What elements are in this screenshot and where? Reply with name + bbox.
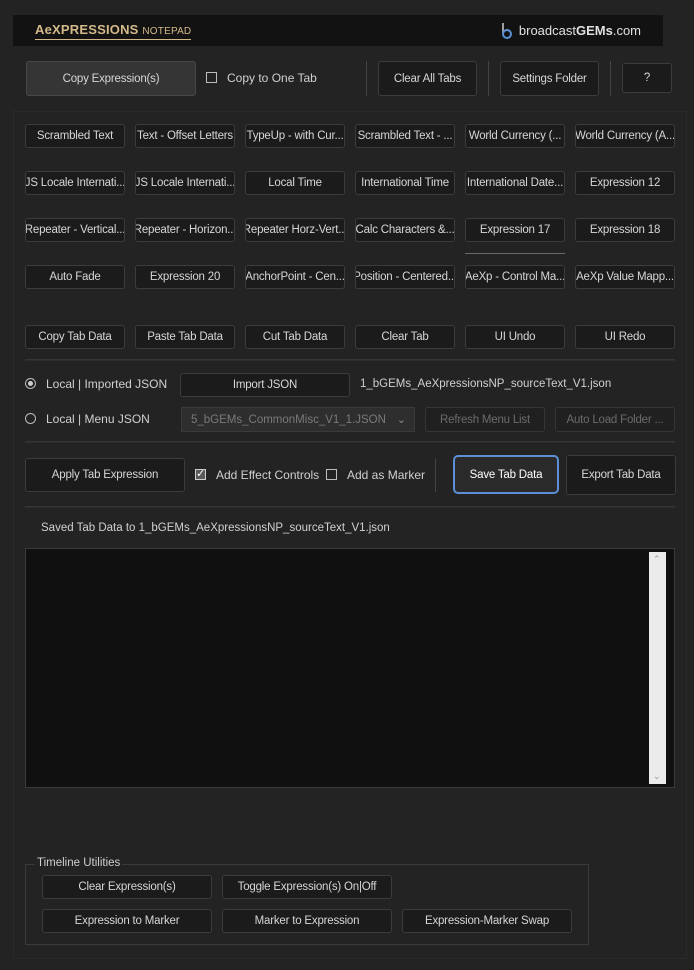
status-message: Saved Tab Data to 1_bGEMs_AeXpressionsNP…: [41, 522, 390, 534]
toggle-expressions-button[interactable]: Toggle Expression(s) On|Off: [222, 875, 392, 899]
save-tab-data-button[interactable]: Save Tab Data: [453, 455, 559, 494]
expression-tab[interactable]: Repeater - Horizon...: [135, 218, 235, 242]
clear-tab-button[interactable]: Clear Tab: [355, 325, 455, 349]
expression-tab[interactable]: Local Time: [245, 171, 345, 195]
logo-sub-text: NOTEPAD: [142, 26, 192, 37]
scroll-up-icon[interactable]: ⌃: [653, 554, 661, 565]
add-effect-controls-label: Add Effect Controls: [216, 468, 320, 482]
local-menu-json-radio[interactable]: [25, 413, 36, 424]
expression-tab[interactable]: Expression 12: [575, 171, 675, 195]
app-logo: AeXPRESSIONS NOTEPAD: [35, 22, 192, 40]
divider: [25, 441, 675, 443]
toolbar-divider: [610, 61, 611, 96]
expression-tab[interactable]: Repeater Horz-Vert...: [245, 218, 345, 242]
site-link[interactable]: broadcastGEMs.com: [519, 23, 641, 38]
expression-tab[interactable]: AnchorPoint - Cen...: [245, 265, 345, 289]
expression-tab[interactable]: Expression 18: [575, 218, 675, 242]
editor-scrollbar[interactable]: ⌃ ⌄: [649, 552, 666, 784]
add-effect-controls-checkbox[interactable]: [195, 467, 206, 480]
local-imported-json-radio[interactable]: [25, 378, 36, 389]
clear-all-tabs-button[interactable]: Clear All Tabs: [378, 61, 477, 96]
expression-tab[interactable]: AeXp Value Mapp...: [575, 265, 675, 289]
expression-tab[interactable]: Scrambled Text: [25, 124, 125, 148]
expression-to-marker-button[interactable]: Expression to Marker: [42, 909, 212, 933]
timeline-utilities-legend: Timeline Utilities: [35, 857, 123, 869]
expression-tab[interactable]: Expression 17: [465, 218, 565, 242]
add-as-marker-checkbox[interactable]: [326, 469, 337, 480]
marker-to-expression-button[interactable]: Marker to Expression: [222, 909, 392, 933]
expression-tab[interactable]: Scrambled Text - ...: [355, 124, 455, 148]
copy-to-one-tab-checkbox[interactable]: [206, 72, 217, 83]
apply-tab-expression-button[interactable]: Apply Tab Expression: [25, 458, 185, 492]
auto-load-folder-button[interactable]: Auto Load Folder ...: [555, 407, 675, 432]
expression-tab[interactable]: Repeater - Vertical...: [25, 218, 125, 242]
export-tab-data-button[interactable]: Export Tab Data: [566, 455, 676, 495]
apply-row-divider: [435, 458, 436, 492]
expression-tab[interactable]: World Currency (A...: [575, 124, 675, 148]
imported-file-name: 1_bGEMs_AeXpressionsNP_sourceText_V1.jso…: [360, 378, 612, 390]
expression-tab[interactable]: JS Locale Internati...: [135, 171, 235, 195]
ui-redo-button[interactable]: UI Redo: [575, 325, 675, 349]
chevron-down-icon: ⌄: [396, 414, 406, 426]
copy-expressions-button[interactable]: Copy Expression(s): [26, 61, 196, 96]
add-as-marker-label: Add as Marker: [347, 468, 426, 482]
expression-tab[interactable]: TypeUp - with Cur...: [245, 124, 345, 148]
local-menu-json-label: Local | Menu JSON: [46, 412, 150, 426]
expression-tab[interactable]: Calc Characters &...: [355, 218, 455, 242]
toolbar-divider: [488, 61, 489, 96]
app-header: AeXPRESSIONS NOTEPAD broadcastGEMs.com: [13, 15, 663, 46]
copy-tab-data-button[interactable]: Copy Tab Data: [25, 325, 125, 349]
clear-expressions-button[interactable]: Clear Expression(s): [42, 875, 212, 899]
settings-folder-button[interactable]: Settings Folder: [500, 61, 599, 96]
paste-tab-data-button[interactable]: Paste Tab Data: [135, 325, 235, 349]
refresh-menu-list-button[interactable]: Refresh Menu List: [425, 407, 545, 432]
local-imported-json-label: Local | Imported JSON: [46, 377, 168, 391]
cut-tab-data-button[interactable]: Cut Tab Data: [245, 325, 345, 349]
toolbar-divider: [366, 61, 367, 96]
expression-tab[interactable]: World Currency (...: [465, 124, 565, 148]
help-button[interactable]: ?: [622, 63, 672, 93]
expression-tab[interactable]: Expression 20: [135, 265, 235, 289]
broadcastgems-logo-icon: [502, 23, 512, 39]
scroll-down-icon[interactable]: ⌄: [653, 771, 661, 782]
expression-marker-swap-button[interactable]: Expression-Marker Swap: [402, 909, 572, 933]
expression-tab[interactable]: Auto Fade: [25, 265, 125, 289]
expression-tab[interactable]: Position - Centered...: [355, 265, 455, 289]
menu-json-select[interactable]: 5_bGEMs_CommonMisc_V1_1.JSON ⌄: [181, 407, 415, 432]
expression-tab[interactable]: Text - Offset Letters: [135, 124, 235, 148]
expression-tab[interactable]: International Time: [355, 171, 455, 195]
divider: [25, 506, 675, 508]
active-tab-indicator: [465, 253, 565, 254]
divider: [25, 359, 675, 361]
import-json-button[interactable]: Import JSON: [180, 373, 350, 397]
menu-json-selected-value: 5_bGEMs_CommonMisc_V1_1.JSON: [191, 413, 386, 426]
expression-tab[interactable]: AeXp - Control Ma...: [465, 265, 565, 289]
expression-tab[interactable]: International Date...: [465, 171, 565, 195]
ui-undo-button[interactable]: UI Undo: [465, 325, 565, 349]
expression-tab[interactable]: JS Locale Internati...: [25, 171, 125, 195]
logo-main-text: AeXPRESSIONS: [35, 22, 139, 37]
expression-editor[interactable]: ⌃ ⌄: [25, 548, 675, 788]
copy-to-one-tab-label: Copy to One Tab: [227, 71, 317, 85]
